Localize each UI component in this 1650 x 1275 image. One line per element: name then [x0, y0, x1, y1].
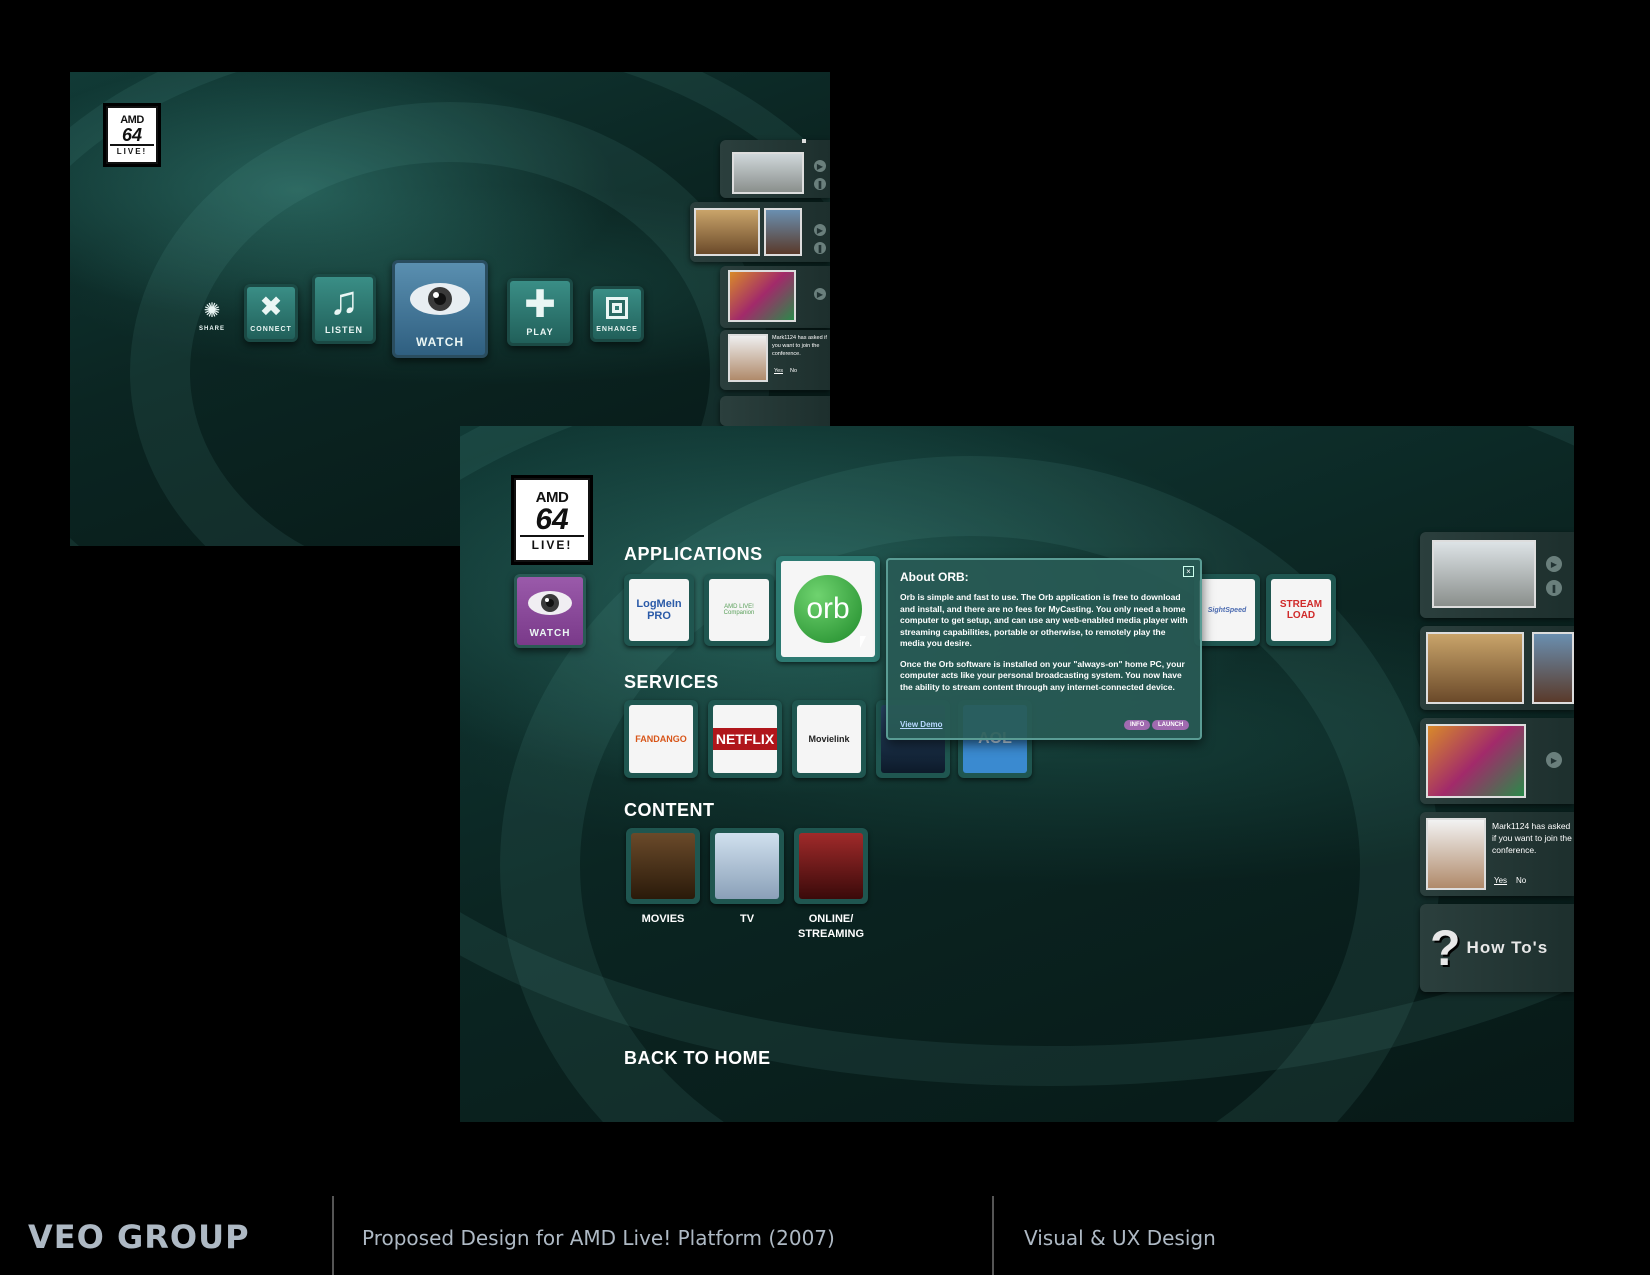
music-note-icon: ♫ [329, 278, 359, 323]
beach-thumbnail[interactable] [732, 152, 804, 194]
sightspeed-label: SightSpeed [1199, 579, 1255, 641]
city-thumbnail[interactable] [1426, 632, 1524, 704]
fandango-tile[interactable]: FANDANGO [624, 700, 698, 778]
watch-category-button[interactable]: WATCH [514, 574, 586, 648]
eye-icon [408, 263, 472, 335]
movies-tile[interactable] [626, 828, 700, 904]
game-thumbnail[interactable] [728, 270, 796, 322]
city-thumbnail[interactable] [694, 208, 760, 256]
popup-title: About ORB: [900, 570, 969, 584]
online-streaming-tile[interactable] [794, 828, 868, 904]
beach-thumbnail[interactable] [1432, 540, 1536, 608]
nav-watch-button[interactable]: WATCH [392, 260, 488, 358]
notification-message: Mark1124 has asked if you want to join t… [772, 335, 827, 357]
notification-message: Mark1124 has asked if you want to join t… [1492, 821, 1572, 855]
pause-icon[interactable]: ❚ [814, 242, 826, 254]
tv-caption: TV [739, 913, 755, 925]
people-thumbnail[interactable] [764, 208, 802, 256]
footer-divider [992, 1196, 994, 1275]
notification-yes[interactable]: Yes [1494, 876, 1507, 885]
pause-icon[interactable]: ❚ [1546, 580, 1562, 596]
nav-play-button[interactable]: ✚ PLAY [507, 278, 573, 346]
movies-caption: MOVIES [641, 913, 685, 925]
footer-divider [332, 1196, 334, 1275]
play-icon[interactable]: ▶ [1546, 752, 1562, 768]
game-thumbnail[interactable] [1426, 724, 1526, 798]
online-streaming-poster [799, 833, 863, 899]
people-thumbnail[interactable] [1532, 632, 1574, 704]
nav-connect-button[interactable]: ✖ CONNECT [244, 284, 298, 342]
company-name: VEO GROUP [28, 1218, 250, 1256]
notification-yes[interactable]: Yes [774, 368, 783, 374]
view-demo-link[interactable]: View Demo [900, 720, 943, 729]
services-heading: SERVICES [624, 672, 719, 692]
how-tos-label: How To's [1466, 938, 1549, 957]
watch-screen: AMD 64 LIVE! WATCH APPLICATIONS LogMeIn … [460, 426, 1574, 1122]
netflix-tile[interactable]: NETFLIX [708, 700, 782, 778]
netflix-label: NETFLIX [713, 705, 777, 773]
avatar [1426, 818, 1486, 890]
amd-live-companion-label: AMD LIVE! Companion [709, 579, 769, 641]
eye-icon [526, 577, 574, 628]
popup-paragraph-1: Orb is simple and fast to use. The Orb a… [900, 592, 1188, 648]
nav-listen-button[interactable]: ♫ LISTEN [312, 274, 376, 344]
logmein-label: LogMeIn PRO [629, 579, 689, 641]
orb-logo: orb [794, 575, 862, 643]
cross-icon: ✖ [259, 291, 283, 322]
play-icon[interactable]: ▶ [814, 224, 826, 236]
launch-button[interactable]: LAUNCH [1152, 720, 1190, 730]
streamload-label: STREAM LOAD [1271, 579, 1331, 641]
nav-share-button[interactable]: ✺ SHARE [190, 294, 234, 338]
tv-tile[interactable] [710, 828, 784, 904]
puzzle-icon: ✚ [524, 283, 556, 326]
tv-poster [715, 833, 779, 899]
logmein-tile[interactable]: LogMeIn PRO [624, 574, 694, 646]
how-tos-card[interactable]: ? How To's [1420, 904, 1574, 992]
pause-icon[interactable]: ❚ [814, 178, 826, 190]
project-title: Proposed Design for AMD Live! Platform (… [362, 1226, 835, 1250]
popup-paragraph-2: Once the Orb software is installed on yo… [900, 658, 1185, 692]
movies-poster [631, 833, 695, 899]
play-icon[interactable]: ▶ [814, 160, 826, 172]
close-icon[interactable]: × [1183, 566, 1194, 577]
sun-icon: ✺ [203, 299, 221, 322]
info-button[interactable]: INFO [1124, 720, 1151, 730]
video-thumbnail[interactable] [802, 139, 806, 143]
avatar [728, 334, 768, 382]
notification-no[interactable]: No [1516, 876, 1526, 885]
play-icon[interactable]: ▶ [814, 288, 826, 300]
movielink-label: Movielink [797, 705, 861, 773]
play-icon[interactable]: ▶ [1546, 556, 1562, 572]
sightspeed-tile[interactable]: SightSpeed [1194, 574, 1260, 646]
square-icon [606, 289, 628, 326]
mouse-cursor-icon [860, 636, 866, 648]
content-heading: CONTENT [624, 800, 715, 820]
amd-live-logo: AMD 64 LIVE! [106, 106, 158, 164]
fandango-label: FANDANGO [629, 705, 693, 773]
streamload-tile[interactable]: STREAM LOAD [1266, 574, 1336, 646]
side-card-peek [720, 396, 830, 426]
applications-heading: APPLICATIONS [624, 544, 763, 564]
amd-live-logo: AMD 64 LIVE! [514, 478, 590, 562]
nav-enhance-button[interactable]: ENHANCE [590, 286, 644, 342]
online-streaming-caption: ONLINE/ STREAMING [798, 913, 864, 940]
footer: VEO GROUP Proposed Design for AMD Live! … [0, 1196, 1650, 1275]
about-orb-popup: About ORB: Orb is simple and fast to use… [886, 558, 1202, 740]
movielink-tile[interactable]: Movielink [792, 700, 866, 778]
back-to-home-link[interactable]: BACK TO HOME [624, 1048, 771, 1069]
discipline-label: Visual & UX Design [1024, 1226, 1216, 1250]
notification-no[interactable]: No [790, 368, 797, 374]
amd-live-companion-tile[interactable]: AMD LIVE! Companion [704, 574, 774, 646]
question-mark-icon: ? [1430, 920, 1461, 976]
